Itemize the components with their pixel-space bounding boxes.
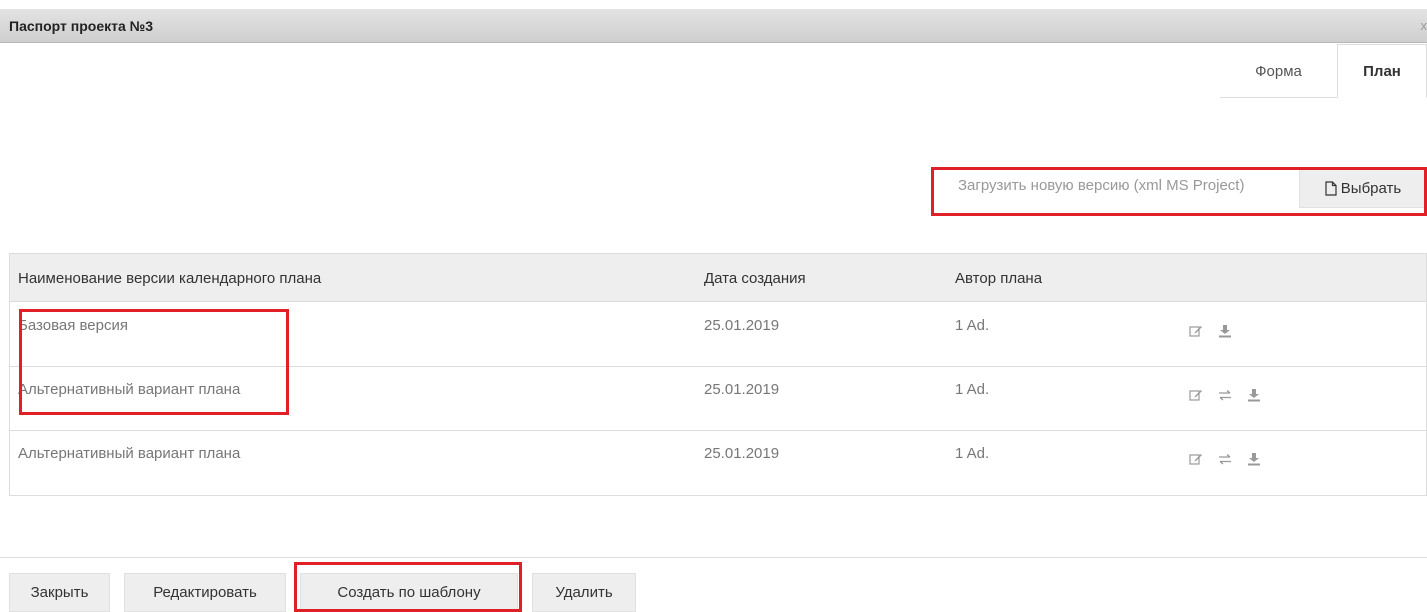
download-icon[interactable] xyxy=(1247,388,1261,402)
row-actions xyxy=(1189,452,1261,466)
upload-label: Загрузить новую версию (xml MS Project) xyxy=(958,177,1245,194)
footer-divider xyxy=(0,557,1427,558)
delete-button[interactable]: Удалить xyxy=(532,573,636,612)
row-actions xyxy=(1189,388,1261,402)
download-icon[interactable] xyxy=(1218,324,1232,338)
create-from-template-button[interactable]: Создать по шаблону xyxy=(300,573,518,612)
plan-versions-table: Наименование версии календарного плана Д… xyxy=(9,253,1427,496)
creation-date: 25.01.2019 xyxy=(704,381,780,398)
swap-icon[interactable] xyxy=(1218,388,1232,402)
column-header-author: Автор плана xyxy=(955,270,1043,287)
table-header: Наименование версии календарного плана Д… xyxy=(10,254,1426,302)
tab-form[interactable]: Форма xyxy=(1220,44,1337,98)
edit-icon[interactable] xyxy=(1189,452,1203,466)
plan-author: 1 Ad. xyxy=(955,381,990,398)
swap-icon[interactable] xyxy=(1218,452,1232,466)
choose-file-button[interactable]: Выбрать xyxy=(1299,168,1427,208)
table-row[interactable]: Альтернативный вариант плана 25.01.2019 … xyxy=(10,367,1426,431)
creation-date: 25.01.2019 xyxy=(704,445,780,462)
close-button[interactable]: Закрыть xyxy=(9,573,110,612)
column-header-date: Дата создания xyxy=(704,270,806,287)
window-titlebar: Паспорт проекта №3 x xyxy=(0,9,1427,43)
column-header-name: Наименование версии календарного плана xyxy=(18,270,322,287)
table-row[interactable]: Альтернативный вариант плана 25.01.2019 … xyxy=(10,431,1426,495)
plan-author: 1 Ad. xyxy=(955,317,990,334)
file-icon xyxy=(1325,180,1337,196)
tab-plan[interactable]: План xyxy=(1337,44,1427,98)
version-name: Альтернативный вариант плана xyxy=(18,445,241,462)
close-icon[interactable]: x xyxy=(1421,18,1427,33)
choose-file-label: Выбрать xyxy=(1340,179,1402,197)
download-icon[interactable] xyxy=(1247,452,1261,466)
edit-icon[interactable] xyxy=(1189,324,1203,338)
row-actions xyxy=(1189,324,1232,338)
window-title: Паспорт проекта №3 xyxy=(9,18,154,34)
version-name: Базовая версия xyxy=(18,317,128,334)
version-name: Альтернативный вариант плана xyxy=(18,381,241,398)
edit-icon[interactable] xyxy=(1189,388,1203,402)
edit-button[interactable]: Редактировать xyxy=(124,573,286,612)
plan-author: 1 Ad. xyxy=(955,445,990,462)
creation-date: 25.01.2019 xyxy=(704,317,780,334)
table-row[interactable]: Базовая версия 25.01.2019 1 Ad. xyxy=(10,303,1426,367)
